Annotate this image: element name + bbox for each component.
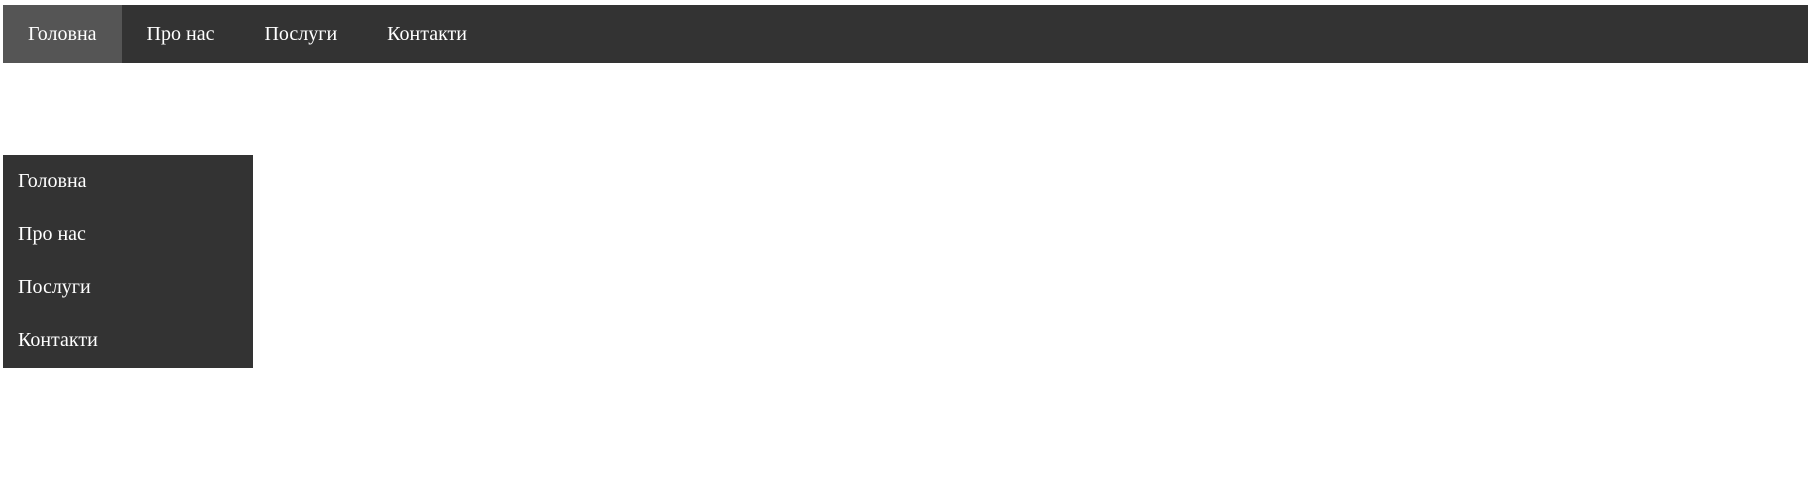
sidenav-item-about[interactable]: Про нас [3, 208, 253, 261]
sidenav-item-services[interactable]: Послуги [3, 261, 253, 314]
top-navigation-bar: Головна Про нас Послуги Контакти [3, 5, 1808, 63]
topnav-item-about[interactable]: Про нас [122, 5, 240, 63]
topnav-item-contacts[interactable]: Контакти [362, 5, 492, 63]
topnav-item-home[interactable]: Головна [3, 5, 122, 63]
topnav-item-services[interactable]: Послуги [239, 5, 362, 63]
sidenav-item-contacts[interactable]: Контакти [3, 314, 253, 367]
side-navigation-menu: Головна Про нас Послуги Контакти [3, 155, 253, 368]
sidenav-item-home[interactable]: Головна [3, 155, 253, 208]
